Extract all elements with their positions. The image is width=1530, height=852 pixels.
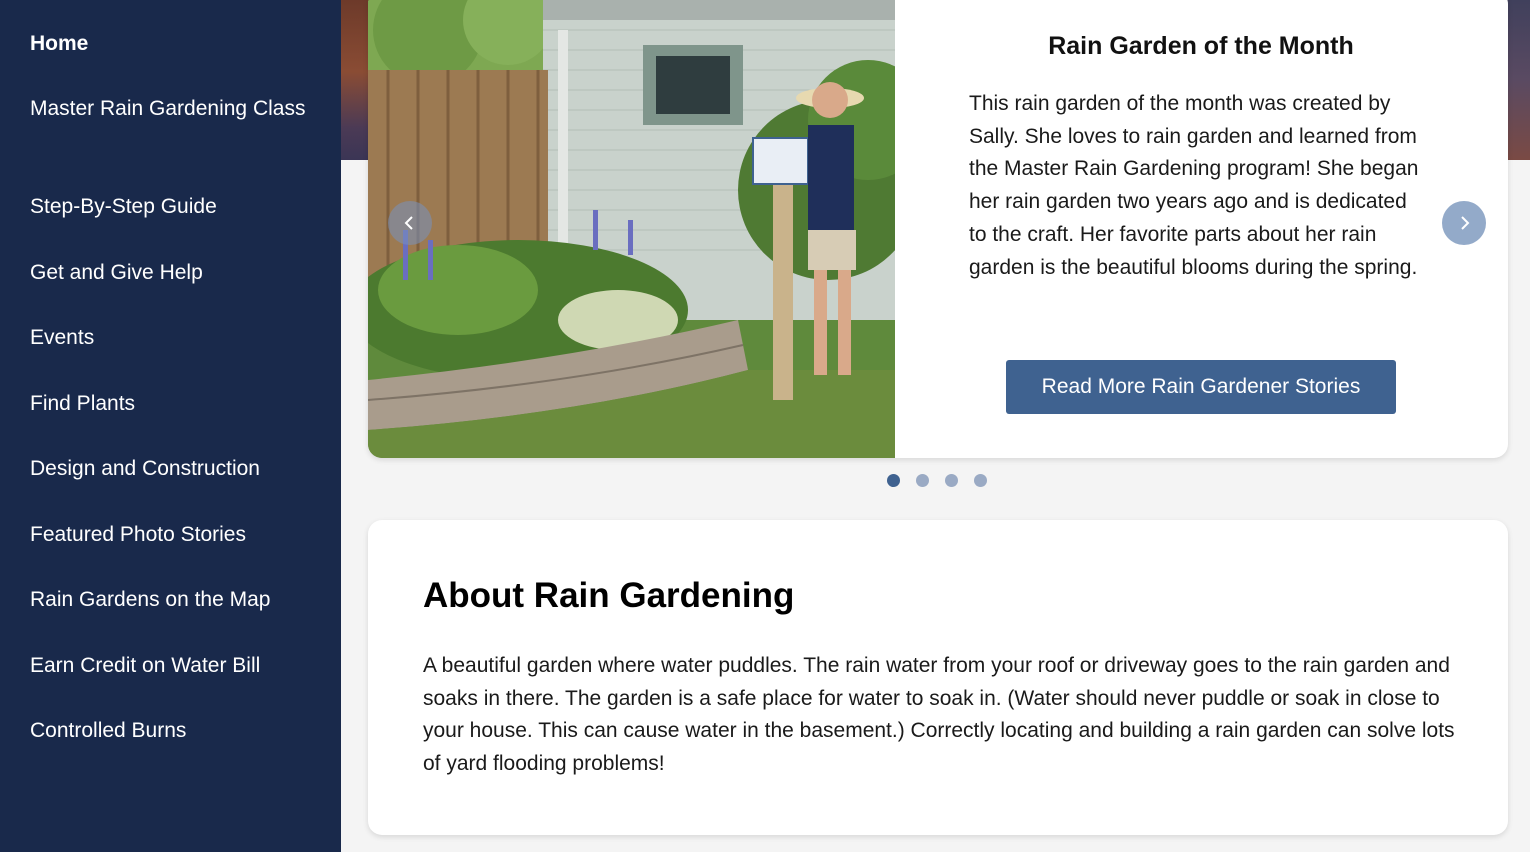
read-more-stories-button[interactable]: Read More Rain Gardener Stories <box>1006 360 1396 414</box>
sidebar-item-earn-credit-on-water-bill[interactable]: Earn Credit on Water Bill <box>30 649 320 682</box>
sidebar-item-home[interactable]: Home <box>30 27 320 60</box>
sidebar-item-design-and-construction[interactable]: Design and Construction <box>30 452 320 485</box>
background-photo-edge-left <box>341 0 371 160</box>
sidebar-nav: Home Master Rain Gardening Class Step-By… <box>0 0 341 852</box>
carousel-dot-2[interactable] <box>916 474 929 487</box>
chevron-right-icon <box>1461 216 1470 230</box>
carousel-prev-button[interactable] <box>388 201 432 245</box>
carousel-next-button[interactable] <box>1442 201 1486 245</box>
about-title: About Rain Gardening <box>423 576 795 615</box>
carousel-pagination <box>887 474 987 487</box>
about-rain-gardening-card: About Rain Gardening A beautiful garden … <box>368 520 1508 835</box>
sidebar-item-get-and-give-help[interactable]: Get and Give Help <box>30 256 320 289</box>
carousel-description: This rain garden of the month was create… <box>969 92 1419 279</box>
about-description: A beautiful garden where water puddles. … <box>423 654 1455 776</box>
sidebar-item-step-by-step-guide[interactable]: Step-By-Step Guide <box>30 190 320 223</box>
carousel-dot-3[interactable] <box>945 474 958 487</box>
sidebar-item-controlled-burns[interactable]: Controlled Burns <box>30 714 320 747</box>
sidebar-item-rain-gardens-on-the-map[interactable]: Rain Gardens on the Map <box>30 583 320 616</box>
carousel-dot-1[interactable] <box>887 474 900 487</box>
rain-garden-photo <box>368 0 895 458</box>
sidebar-item-find-plants[interactable]: Find Plants <box>30 387 320 420</box>
background-photo-edge-right <box>1505 0 1530 160</box>
chevron-left-icon <box>404 216 413 230</box>
carousel-title: Rain Garden of the Month <box>1048 32 1354 60</box>
sidebar-item-master-rain-gardening-class[interactable]: Master Rain Gardening Class <box>30 92 320 125</box>
sidebar-item-featured-photo-stories[interactable]: Featured Photo Stories <box>30 518 320 551</box>
rain-garden-of-the-month-carousel: Rain Garden of the Month This rain garde… <box>368 0 1508 458</box>
carousel-dot-4[interactable] <box>974 474 987 487</box>
sidebar-item-events[interactable]: Events <box>30 321 320 354</box>
